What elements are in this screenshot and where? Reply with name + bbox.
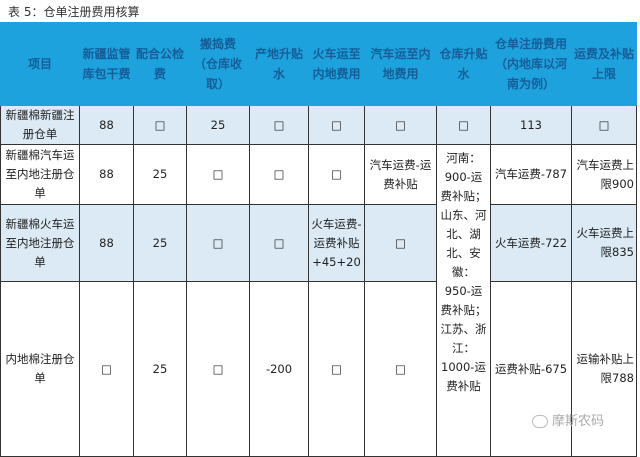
table-cell: □ (571, 105, 637, 145)
header-cell: 配合公检费 (133, 22, 187, 106)
table-cell: □ (364, 105, 437, 145)
table-cell: 汽车运费-787 (490, 144, 572, 205)
header-cell: 汽车运至内地费用 (364, 22, 437, 106)
wechat-icon (532, 415, 548, 428)
table-cell: □ (133, 105, 187, 145)
table-cell: 运输补贴上限788 (571, 281, 637, 457)
header-row: 项目 新疆监管库包干费 配合公检费 搬捣费（仓库收取） 产地升贴水 火车运至内地… (0, 22, 637, 106)
table-cell: □ (186, 281, 250, 457)
row-label: 新疆棉火车运至内地注册仓单 (0, 204, 80, 282)
header-cell: 产地升贴水 (249, 22, 309, 106)
table-cell: 25 (133, 281, 187, 457)
table-row: 新疆棉汽车运至内地注册仓单 88 25 □ □ □ 汽车运费-运费补贴 河南：9… (0, 144, 637, 457)
row-label: 内地棉注册仓单 (0, 281, 80, 457)
header-cell: 仓库升贴水 (436, 22, 491, 106)
watermark-text: 摩斯农码 (552, 414, 605, 429)
table-cell: □ (308, 105, 365, 145)
table-cell: 火车运费-运费补贴+45+20 (308, 204, 365, 282)
table-cell: 113 (490, 105, 572, 145)
table-row: 新疆棉火车运至内地注册仓单 88 25 □ □ 火车运费-运费补贴+45+20 … (0, 204, 637, 282)
table-cell: □ (308, 281, 365, 457)
header-cell: 仓单注册费用（内地库以河南为例） (490, 22, 572, 106)
table-cell: 88 (79, 105, 134, 145)
table-cell: □ (249, 204, 309, 282)
table-row: 新疆棉新疆注册仓单 88 □ 25 □ □ □ □ 113 □ (0, 105, 637, 145)
table-cell: 88 (79, 144, 134, 205)
table-cell: □ (186, 204, 250, 282)
table-cell: 运费补贴-675 (490, 281, 572, 457)
table-cell: 火车运费上限835 (571, 204, 637, 282)
table-cell: □ (79, 281, 134, 457)
row-label: 新疆棉汽车运至内地注册仓单 (0, 144, 80, 205)
table-cell: 88 (79, 204, 134, 282)
table-cell: □ (249, 144, 309, 205)
header-cell: 项目 (0, 22, 80, 106)
header-cell: 火车运至内地费用 (308, 22, 365, 106)
header-cell: 新疆监管库包干费 (79, 22, 134, 106)
table-cell: 25 (186, 105, 250, 145)
table-caption: 表 5：仓单注册费用核算 (8, 5, 140, 19)
warehouse-premium-cell: 河南：900-运费补贴；山东、河北、湖北、安徽：950-运费补贴；江苏、浙江：1… (436, 144, 491, 457)
table-row: 内地棉注册仓单 □ 25 □ -200 □ □ 运费补贴-675 运输补贴上限7… (0, 281, 637, 457)
table-cell: □ (364, 281, 437, 457)
table-cell: 汽车运费上限900 (571, 144, 637, 205)
table-cell: □ (364, 204, 437, 282)
table-cell: □ (186, 144, 250, 205)
table-cell: □ (308, 144, 365, 205)
table-cell: □ (249, 105, 309, 145)
table-cell: 25 (133, 204, 187, 282)
watermark: 摩斯农码 (532, 410, 604, 429)
table-cell: 汽车运费-运费补贴 (364, 144, 437, 205)
row-label: 新疆棉新疆注册仓单 (0, 105, 80, 145)
table-cell: -200 (249, 281, 309, 457)
table-cell: 25 (133, 144, 187, 205)
registration-cost-table: 项目 新疆监管库包干费 配合公检费 搬捣费（仓库收取） 产地升贴水 火车运至内地… (0, 22, 637, 457)
header-cell: 搬捣费（仓库收取） (186, 22, 250, 106)
header-cell: 运费及补贴上限 (571, 22, 637, 106)
table-cell: 火车运费-722 (490, 204, 572, 282)
table-cell: □ (436, 105, 491, 145)
